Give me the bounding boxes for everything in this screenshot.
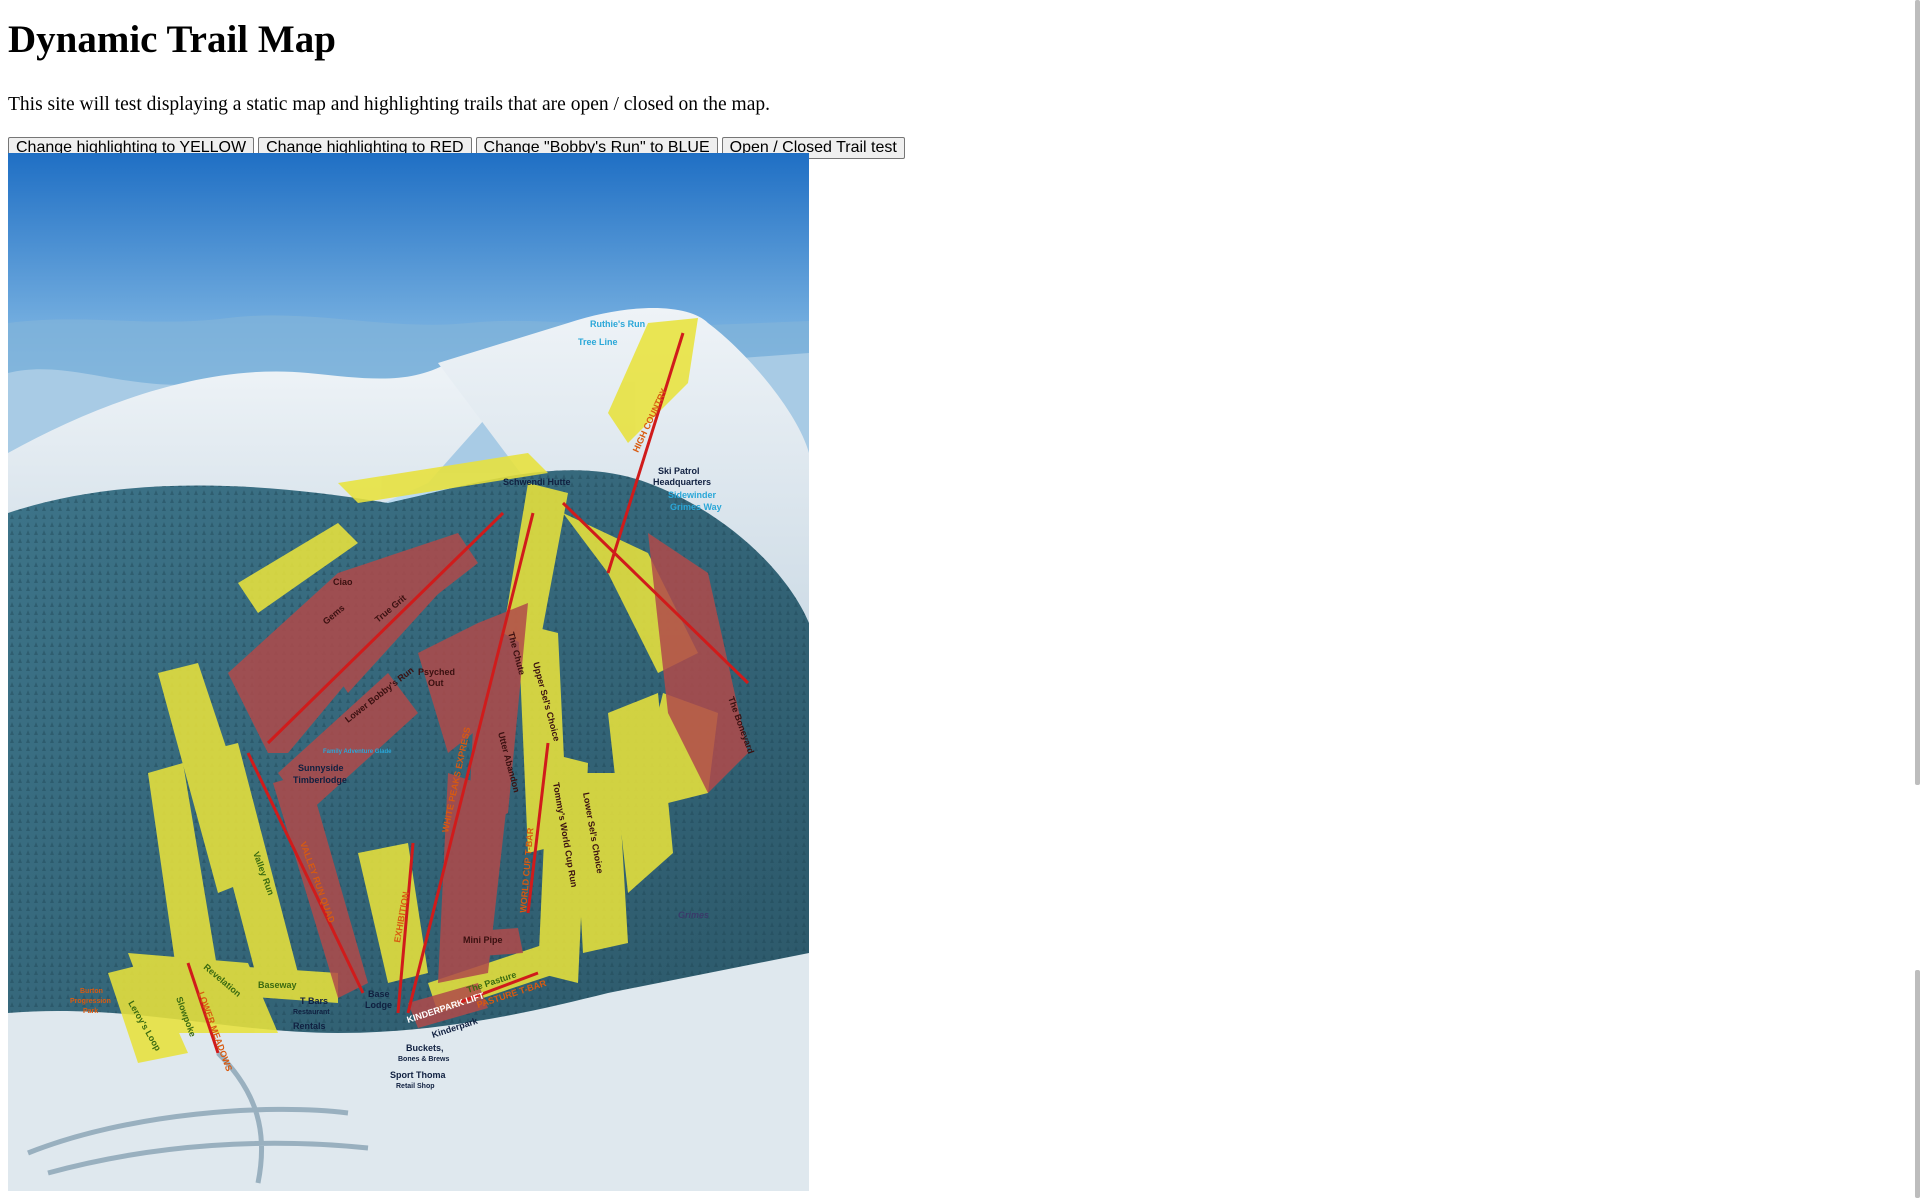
label-baseway: Baseway	[258, 980, 297, 990]
label-sunnyside: Sunnyside	[298, 763, 344, 773]
label-burton: Burton	[80, 988, 103, 995]
label-mini-pipe: Mini Pipe	[463, 935, 503, 945]
label-signature: Grimes	[678, 910, 709, 920]
label-out: Out	[428, 678, 444, 688]
label-buckets: Buckets,	[406, 1043, 444, 1053]
label-ruthies-run: Ruthie's Run	[590, 319, 645, 329]
label-t-bars: T Bars	[300, 996, 328, 1006]
page-title: Dynamic Trail Map	[8, 18, 336, 61]
label-ciao: Ciao	[333, 577, 353, 587]
intro-text: This site will test displaying a static …	[8, 94, 770, 115]
label-tree-line: Tree Line	[578, 337, 618, 347]
label-bones-brews: Bones & Brews	[398, 1056, 449, 1063]
label-headquarters: Headquarters	[653, 477, 711, 487]
label-base: Base	[368, 989, 390, 999]
label-schwendi-hutte: Schwendi Hutte	[503, 477, 571, 487]
label-park: Park	[83, 1008, 98, 1015]
label-lodge: Lodge	[365, 1000, 392, 1010]
label-grimes-way: Grimes Way	[670, 502, 722, 512]
label-progression: Progression	[70, 998, 111, 1005]
label-sport-thoma: Sport Thoma	[390, 1070, 446, 1080]
label-sidewinder: Sidewinder	[668, 490, 717, 500]
scrollbar-thumb-lower[interactable]	[1915, 970, 1920, 1198]
label-ski-patrol: Ski Patrol	[658, 466, 700, 476]
label-retail-shop: Retail Shop	[396, 1083, 435, 1090]
label-rentals: Rentals	[293, 1021, 326, 1031]
label-psyched: Psyched	[418, 667, 455, 677]
label-family-glade: Family Adventure Glade	[323, 749, 392, 755]
scrollbar-thumb-upper[interactable]	[1915, 0, 1920, 785]
label-restaurant: Restaurant	[293, 1009, 330, 1016]
label-timberlodge: Timberlodge	[293, 775, 347, 785]
trail-map: Ruthie's Run Tree Line Schwendi Hutte Sk…	[8, 153, 809, 1191]
